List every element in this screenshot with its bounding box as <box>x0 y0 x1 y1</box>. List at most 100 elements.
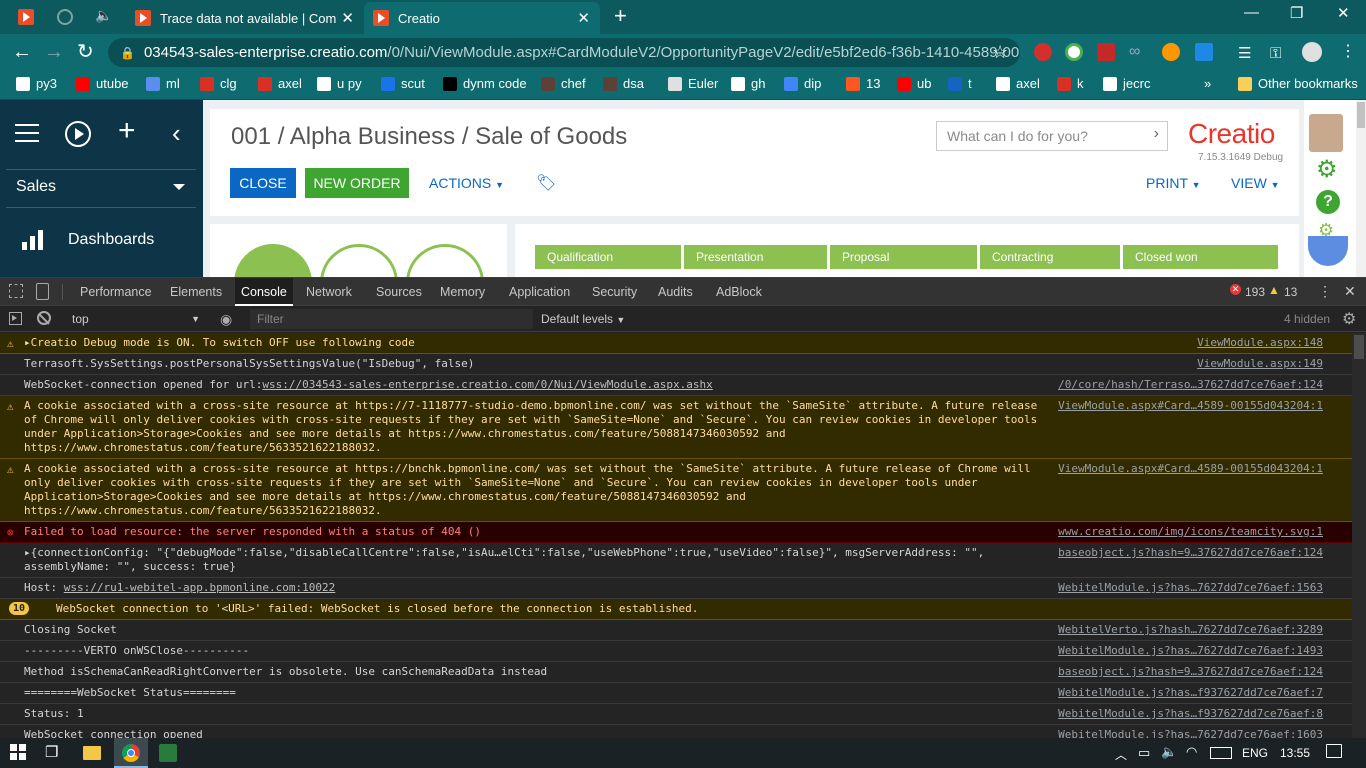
keyboard-icon[interactable] <box>1210 747 1232 759</box>
bookmark-item[interactable]: jecrc <box>1103 76 1150 91</box>
maximize-button[interactable]: ❐ <box>1290 4 1303 22</box>
windows-start-icon[interactable] <box>10 744 26 760</box>
wifi-icon[interactable]: ◠ <box>1186 744 1197 760</box>
task-view-icon[interactable]: ❐ <box>45 743 58 761</box>
console-scrollbar[interactable] <box>1352 333 1366 739</box>
bookmark-item[interactable]: dsa <box>603 76 644 91</box>
message-link[interactable]: wss://ru1-webitel-app.bpmonline.com:1002… <box>64 581 336 594</box>
device-toolbar-icon[interactable] <box>36 283 49 300</box>
devtools-tab-memory[interactable]: Memory <box>434 278 491 306</box>
forward-arrow-icon[interactable]: → <box>44 40 64 64</box>
close-tab-icon[interactable]: ✕ <box>577 9 590 27</box>
view-menu[interactable]: VIEW ▼ <box>1231 175 1280 191</box>
clear-console-icon[interactable] <box>37 311 51 325</box>
back-arrow-icon[interactable]: ← <box>12 40 32 64</box>
app-icon[interactable] <box>159 744 177 762</box>
search-input[interactable]: What can I do for you? <box>947 128 1088 144</box>
print-menu[interactable]: PRINT ▼ <box>1146 175 1201 191</box>
page-scrollbar[interactable] <box>1356 100 1366 277</box>
actions-menu[interactable]: ACTIONS ▼ <box>429 175 504 191</box>
devtools-tab-sources[interactable]: Sources <box>370 278 428 306</box>
battery-icon[interactable]: ▭ <box>1138 745 1150 761</box>
devtools-tab-audits[interactable]: Audits <box>652 278 699 306</box>
devtools-tab-elements[interactable]: Elements <box>164 278 228 306</box>
show-hidden-icons-chevron-icon[interactable]: ︿ <box>1115 746 1127 763</box>
close-window-button[interactable]: ✕ <box>1337 4 1350 22</box>
extension-icon[interactable] <box>1065 43 1083 61</box>
error-count[interactable]: 193 <box>1245 285 1265 299</box>
bookmark-item[interactable]: axel <box>258 76 302 91</box>
devtools-tab-application[interactable]: Application <box>503 278 576 306</box>
warning-count[interactable]: 13 <box>1284 285 1297 299</box>
bookmark-item[interactable]: k <box>1057 76 1084 91</box>
gear-icon[interactable]: ⚙ <box>1316 155 1338 184</box>
stage-contracting[interactable]: Contracting <box>980 245 1120 269</box>
console-source-link[interactable]: WebitelVerto.js?hash…7627dd7ce76aef:3289 <box>1058 623 1323 637</box>
bookmark-item[interactable]: scut <box>381 76 425 91</box>
console-source-link[interactable]: WebitelModule.js?has…7627dd7ce76aef:1563 <box>1058 581 1323 595</box>
language-indicator[interactable]: ENG <box>1242 746 1268 760</box>
bookmark-item[interactable]: ub <box>897 76 931 91</box>
bookmark-item[interactable]: ml <box>146 76 180 91</box>
close-button[interactable]: CLOSE <box>230 168 296 198</box>
notifications-icon[interactable] <box>1326 744 1342 758</box>
command-line-search[interactable]: What can I do for you? › <box>936 121 1168 151</box>
bookmark-item[interactable]: dip <box>784 76 821 91</box>
phone-icon[interactable] <box>1308 236 1348 266</box>
bookmark-item[interactable]: clg <box>200 76 237 91</box>
new-tab-button[interactable]: + <box>614 3 627 29</box>
console-filter-input[interactable]: Filter <box>250 309 533 329</box>
help-icon[interactable]: ? <box>1316 190 1340 214</box>
stage-qualification[interactable]: Qualification <box>535 245 681 269</box>
hamburger-menu-icon[interactable] <box>15 124 39 142</box>
menu-kebab-icon[interactable]: ⋮ <box>1340 40 1356 64</box>
nav-item-dashboards[interactable]: Dashboards <box>68 231 154 249</box>
windows-extension-icon[interactable] <box>1195 43 1213 61</box>
workplace-selector[interactable]: Sales <box>16 178 56 196</box>
bookmark-item[interactable]: py3 <box>16 76 57 91</box>
console-source-link[interactable]: WebitelModule.js?has…7627dd7ce76aef:1493 <box>1058 644 1323 658</box>
reload-icon[interactable]: ↻ <box>77 40 94 64</box>
devtools-tab-security[interactable]: Security <box>586 278 643 306</box>
stage-closed-won[interactable]: Closed won <box>1123 245 1278 269</box>
extension-icon[interactable]: ∞ <box>1129 43 1147 61</box>
extension-adblock-icon[interactable] <box>1034 43 1052 61</box>
volume-icon[interactable]: 🔈 <box>1161 744 1177 760</box>
bookmark-item[interactable]: gh <box>731 76 765 91</box>
bookmark-item[interactable]: dynm code <box>443 76 527 91</box>
bookmark-item[interactable]: utube <box>76 76 129 91</box>
chevron-down-icon[interactable] <box>173 184 185 190</box>
console-source-link[interactable]: ViewModule.aspx#Card…4589-00155d043204:1 <box>1058 399 1323 413</box>
context-selector[interactable]: top ▼ <box>62 309 204 329</box>
pinned-tab-icon[interactable] <box>57 9 73 25</box>
console-source-link[interactable]: ViewModule.aspx:149 <box>1197 357 1323 371</box>
devtools-tab-console[interactable]: Console <box>235 278 293 306</box>
bookmark-item[interactable]: u py <box>317 76 362 91</box>
minimize-button[interactable]: — <box>1244 4 1259 21</box>
bookmark-item[interactable]: 13 <box>846 76 880 91</box>
taskbar-chrome[interactable] <box>114 738 148 768</box>
devtools-tab-adblock[interactable]: AdBlock <box>710 278 768 306</box>
console-source-link[interactable]: /0/core/hash/Terraso…37627dd7ce76aef:124 <box>1058 378 1323 392</box>
message-link[interactable]: wss://034543-sales-enterprise.creatio.co… <box>262 378 712 391</box>
console-source-link[interactable]: WebitelModule.js?has…f937627dd7ce76aef:8 <box>1058 707 1323 721</box>
bookmark-item[interactable]: axel <box>996 76 1040 91</box>
devtools-tab-network[interactable]: Network <box>300 278 358 306</box>
console-source-link[interactable]: baseobject.js?hash=9…37627dd7ce76aef:124 <box>1058 546 1323 560</box>
collapse-chevron-icon[interactable]: ‹ <box>172 119 181 147</box>
file-explorer-icon[interactable] <box>83 746 101 760</box>
play-icon[interactable] <box>65 121 91 147</box>
devtools-menu-kebab-icon[interactable]: ⋮ <box>1318 283 1332 300</box>
inspect-element-icon[interactable] <box>9 284 23 298</box>
bookmark-item[interactable]: Euler <box>668 76 718 91</box>
media-queue-icon[interactable]: ☰ <box>1238 42 1251 66</box>
live-expression-eye-icon[interactable]: ◉ <box>220 311 232 328</box>
console-source-link[interactable]: baseobject.js?hash=9…37627dd7ce76aef:124 <box>1058 665 1323 679</box>
console-source-link[interactable]: www.creatio.com/img/icons/teamcity.svg:1 <box>1058 525 1323 539</box>
extension-icon[interactable] <box>1162 43 1180 61</box>
devtools-tab-performance[interactable]: Performance <box>74 278 158 306</box>
tag-icon[interactable]: 🏷 <box>536 173 556 193</box>
stage-proposal[interactable]: Proposal <box>830 245 977 269</box>
console-sidebar-icon[interactable] <box>9 312 22 325</box>
new-order-button[interactable]: NEW ORDER <box>305 168 409 198</box>
